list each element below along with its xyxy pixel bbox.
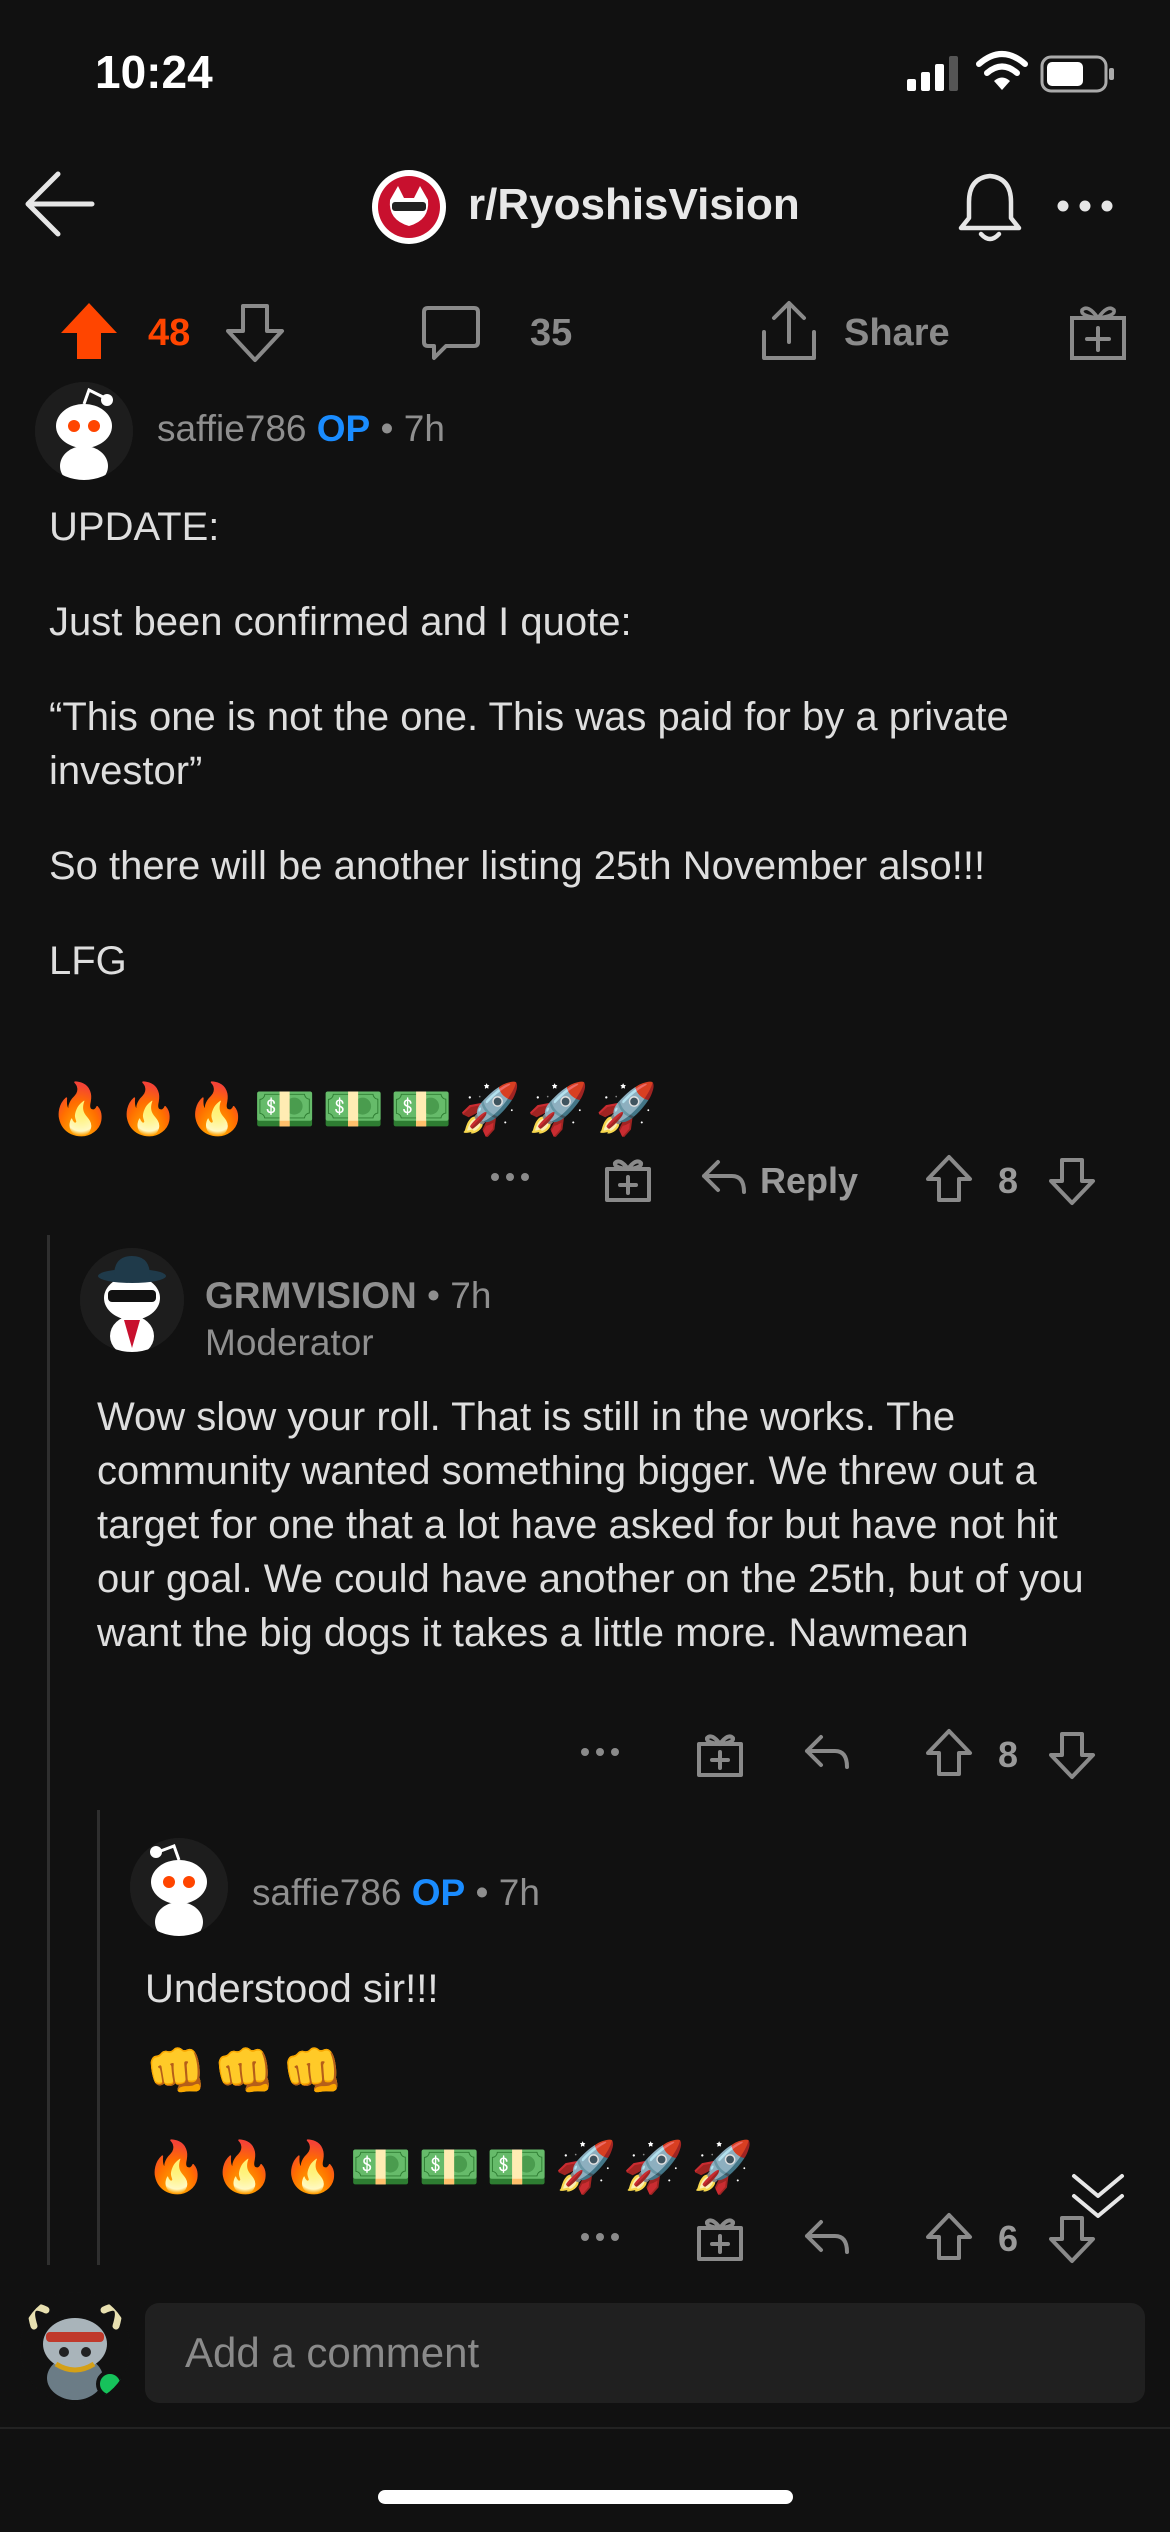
comment-upvote-icon[interactable]: [925, 2212, 973, 2262]
avatar[interactable]: [35, 382, 133, 480]
comment-icon[interactable]: [420, 302, 482, 364]
comment-score: 8: [998, 1734, 1019, 1775]
signal-icon: [905, 55, 961, 91]
comment-more-icon[interactable]: [578, 2230, 622, 2244]
wifi-icon: [975, 50, 1029, 92]
comment-downvote-icon[interactable]: [1048, 1730, 1096, 1780]
award-icon[interactable]: [1068, 300, 1128, 362]
reply-icon[interactable]: [700, 1158, 748, 1198]
comment-author-line: saffie786 OP • 7h: [252, 1872, 540, 1914]
reply-icon[interactable]: [803, 2218, 851, 2258]
add-comment-placeholder: Add a comment: [185, 2329, 480, 2376]
comment-body: Understood sir!!!: [145, 1967, 439, 2011]
comment-body: Wow slow your roll. That is still in the…: [97, 1395, 1084, 1655]
post-vote-count: 48: [148, 312, 191, 354]
comment-award-icon[interactable]: [604, 1155, 652, 1203]
comment-award-icon[interactable]: [696, 2214, 744, 2262]
bell-icon[interactable]: [955, 170, 1025, 246]
share-button-label[interactable]: Share: [844, 312, 950, 355]
comment-username[interactable]: saffie786: [252, 1872, 402, 1913]
emoji-row: 👊👊👊: [145, 2043, 350, 2099]
upvote-icon-active[interactable]: [58, 300, 120, 362]
op-badge: OP: [411, 1872, 466, 1913]
comment-upvote-icon[interactable]: [925, 1154, 973, 1204]
current-user-avatar[interactable]: [20, 2292, 130, 2404]
moderator-label: Moderator: [205, 1322, 374, 1363]
more-options-icon[interactable]: [1055, 198, 1115, 214]
thread-rail[interactable]: [97, 1810, 100, 2265]
reply-button[interactable]: Reply: [760, 1160, 858, 1202]
comment-downvote-icon[interactable]: [1048, 1156, 1096, 1206]
comment-username[interactable]: GRMVISION: [205, 1275, 417, 1316]
emoji-row: 🔥🔥🔥💵💵💵🚀🚀🚀: [49, 1081, 664, 1137]
comment-author-line: GRMVISION • 7h: [205, 1275, 491, 1317]
share-icon[interactable]: [758, 298, 820, 364]
comment-time: • 7h: [475, 1872, 540, 1913]
comment-paragraph: LFG: [49, 939, 127, 983]
downvote-icon[interactable]: [224, 302, 286, 364]
op-badge: OP: [316, 408, 371, 449]
comment-paragraph: So there will be another listing 25th No…: [49, 844, 986, 888]
moderator-avatar[interactable]: [80, 1248, 184, 1352]
comment-more-icon[interactable]: [578, 1745, 622, 1759]
comment-score: 6: [998, 2218, 1019, 2259]
comment-score: 8: [998, 1160, 1019, 1201]
comment-upvote-icon[interactable]: [925, 1728, 973, 1778]
back-arrow-icon[interactable]: [22, 168, 98, 240]
emoji-row: 🔥🔥🔥💵💵💵🚀🚀🚀: [145, 2139, 760, 2195]
reply-icon[interactable]: [803, 1733, 851, 1773]
comment-paragraph: Just been confirmed and I quote:: [49, 600, 632, 644]
subreddit-name[interactable]: r/RyoshisVision: [468, 180, 800, 230]
comment-paragraph: “This one is not the one. This was paid …: [49, 695, 1009, 793]
divider: [0, 2427, 1170, 2429]
thread-rail[interactable]: [47, 1235, 50, 2265]
comment-author-line: saffie786 OP • 7h: [157, 408, 445, 450]
subreddit-avatar[interactable]: [372, 170, 446, 244]
add-comment-field[interactable]: Add a comment: [145, 2303, 1145, 2403]
comment-time: • 7h: [427, 1275, 492, 1316]
comment-paragraph: UPDATE:: [49, 505, 220, 549]
comment-award-icon[interactable]: [696, 1730, 744, 1778]
comment-body: UPDATE: Just been confirmed and I quote:…: [49, 500, 1099, 988]
avatar[interactable]: [130, 1838, 228, 1936]
home-indicator[interactable]: [378, 2490, 793, 2504]
status-time: 10:24: [95, 46, 213, 98]
comment-time: • 7h: [380, 408, 445, 449]
post-comment-count: 35: [530, 312, 573, 354]
comment-username[interactable]: saffie786: [157, 408, 307, 449]
double-chevron-down-icon[interactable]: [1068, 2168, 1128, 2224]
battery-icon: [1040, 55, 1116, 93]
comment-more-icon[interactable]: [488, 1170, 532, 1184]
